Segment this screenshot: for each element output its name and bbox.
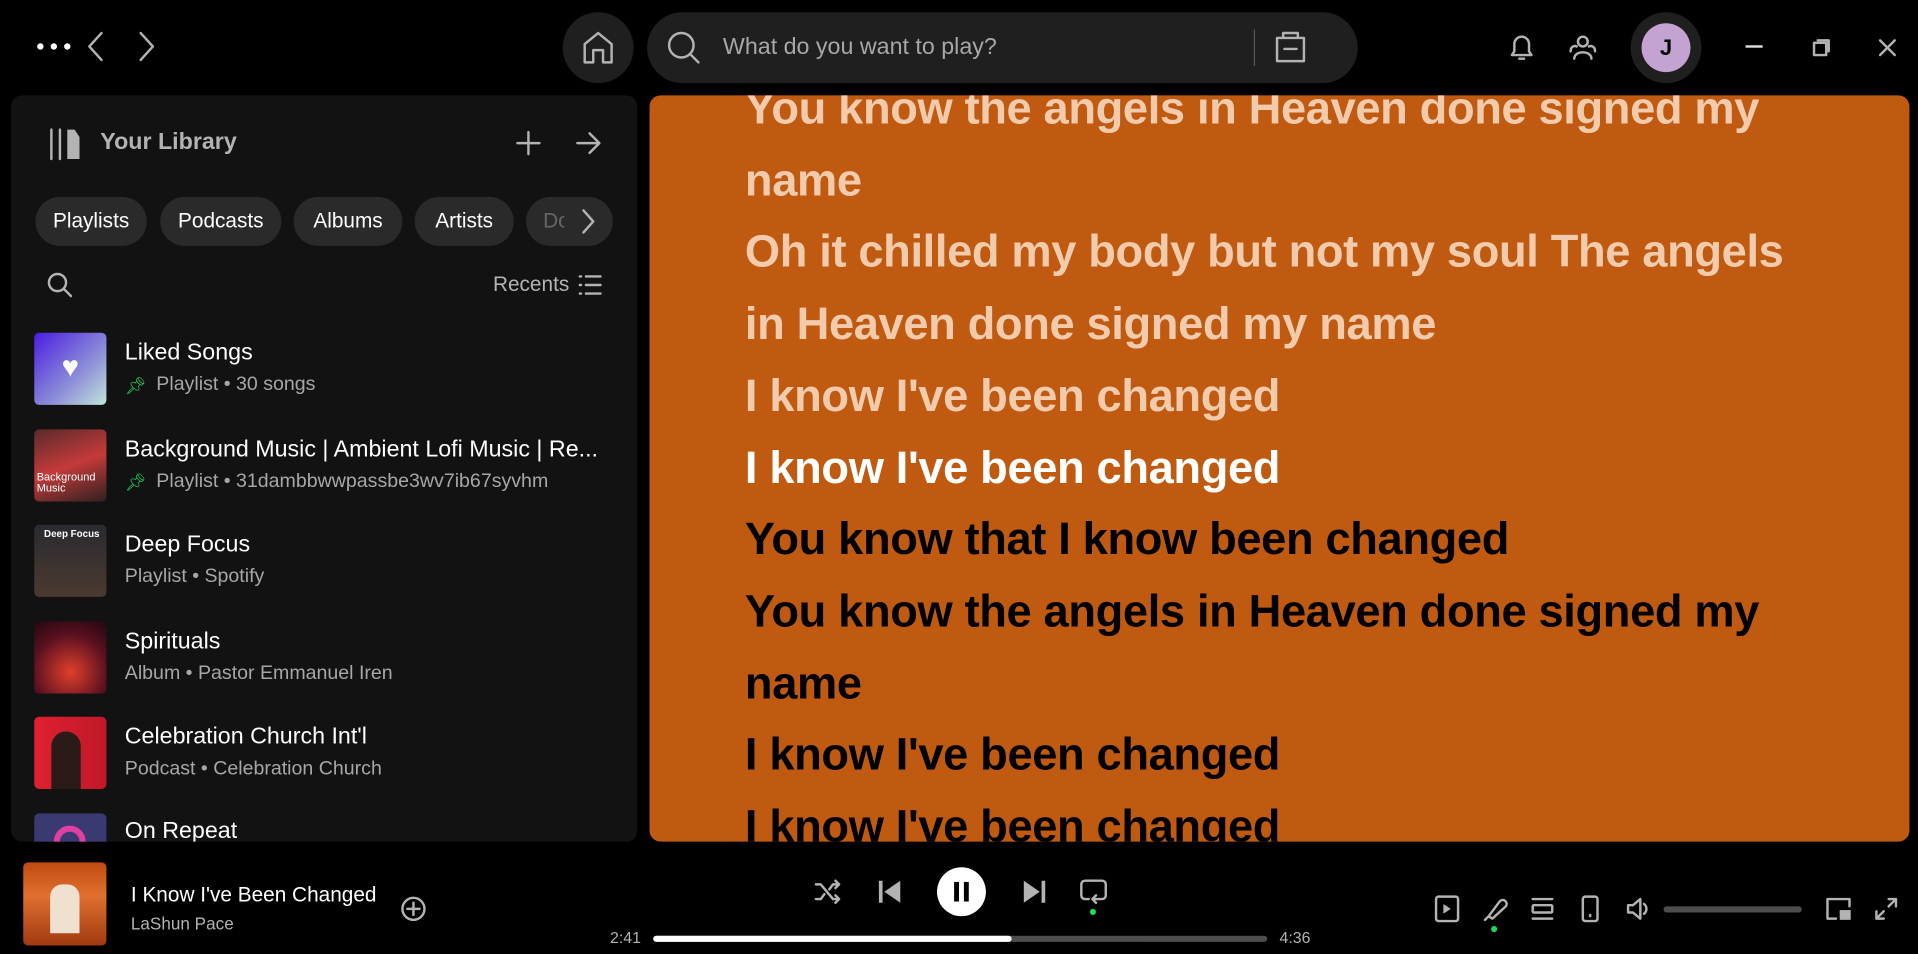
home-button[interactable] xyxy=(562,12,634,84)
close-icon[interactable] xyxy=(1878,38,1898,64)
playlist-art xyxy=(34,812,107,842)
podcast-art xyxy=(34,716,107,789)
elapsed-time: 2:41 xyxy=(609,928,641,947)
playlist-art: Deep Focus xyxy=(34,524,107,597)
previous-icon[interactable] xyxy=(876,877,905,906)
library-item[interactable]: Celebration Church Int'l Podcast • Celebr… xyxy=(34,714,621,790)
lyrics-panel: You know the angels in Heaven done signe… xyxy=(649,95,1910,842)
search-icon xyxy=(667,31,700,64)
item-title: Background Music | Ambient Lofi Music | … xyxy=(124,436,598,463)
now-playing-bar: I Know I've Been Changed LaShun Pace 2:4… xyxy=(0,856,1918,954)
chevron-right-icon xyxy=(582,209,595,234)
expand-arrow-icon[interactable] xyxy=(575,130,602,157)
filter-scroll-right-button[interactable] xyxy=(563,196,613,246)
lyrics-icon[interactable] xyxy=(1480,894,1509,923)
add-to-library-icon[interactable] xyxy=(400,895,427,922)
item-subtitle: Album • Pastor Emmanuel Iren xyxy=(124,662,393,684)
lyric-line[interactable]: I know I've been changed xyxy=(650,720,1910,792)
search-bar[interactable] xyxy=(647,12,1358,84)
item-title: Liked Songs xyxy=(124,340,253,366)
connect-device-icon[interactable] xyxy=(1578,894,1602,923)
lyric-line[interactable]: I know I've been changed xyxy=(650,361,1910,433)
shuffle-icon[interactable] xyxy=(813,877,842,906)
filter-podcasts[interactable]: Podcasts xyxy=(160,196,282,246)
pause-icon xyxy=(954,881,969,902)
repeat-active-dot xyxy=(1089,908,1096,915)
filter-albums[interactable]: Albums xyxy=(293,196,403,246)
library-item[interactable]: On Repeat xyxy=(34,811,621,842)
list-view-icon[interactable] xyxy=(577,273,602,297)
volume-slider[interactable] xyxy=(1663,906,1802,913)
lyric-line[interactable]: You know that I know been changed xyxy=(650,504,1910,576)
track-title[interactable]: I Know I've Been Changed xyxy=(131,883,377,907)
item-subtitle: Playlist • 31dambbwwpassbe3wv7ib67syvhm xyxy=(156,470,549,492)
sort-recents[interactable]: Recents xyxy=(493,273,569,297)
item-title: Deep Focus xyxy=(124,532,251,558)
library-item[interactable]: Deep Focus Deep Focus Playlist • Spotify xyxy=(34,522,621,598)
repeat-icon[interactable] xyxy=(1079,876,1108,905)
heart-icon: ♥ xyxy=(61,351,80,385)
filter-playlists[interactable]: Playlists xyxy=(35,196,147,246)
search-library-icon[interactable] xyxy=(45,270,74,299)
item-title: Celebration Church Int'l xyxy=(124,724,367,750)
miniplayer-icon[interactable] xyxy=(1824,895,1853,922)
browse-icon[interactable] xyxy=(1271,28,1310,67)
search-input[interactable] xyxy=(720,33,1252,63)
friend-activity-icon[interactable] xyxy=(1567,32,1599,70)
now-playing-view-icon[interactable] xyxy=(1434,894,1461,923)
back-arrow-icon[interactable] xyxy=(83,29,107,69)
lyric-line[interactable]: You know the angels in Heaven done signe… xyxy=(650,95,1910,217)
library-item[interactable]: ♥ Liked Songs 📌︎ Playlist • 30 songs xyxy=(34,330,621,406)
lyric-line[interactable]: Oh it chilled my body but not my soul Th… xyxy=(650,217,1910,361)
volume-muted-icon[interactable] xyxy=(1624,894,1653,923)
library-title[interactable]: Your Library xyxy=(100,130,236,157)
playlist-art: Background Music xyxy=(34,428,107,501)
library-icon[interactable] xyxy=(48,127,85,161)
album-art xyxy=(34,620,107,693)
pin-icon: 📌︎ xyxy=(124,374,147,395)
avatar: J xyxy=(1641,23,1691,73)
lyric-line[interactable]: I know I've been changed xyxy=(650,432,1910,504)
album-cover[interactable] xyxy=(23,862,107,946)
pause-button[interactable] xyxy=(936,867,986,917)
lyric-line[interactable]: You know the angels in Heaven done signe… xyxy=(650,576,1910,720)
fullscreen-icon[interactable] xyxy=(1873,895,1900,922)
filter-artists[interactable]: Artists xyxy=(414,196,514,246)
library-item[interactable]: Spirituals Album • Pastor Emmanuel Iren xyxy=(34,619,621,695)
item-title: Spirituals xyxy=(124,628,221,655)
next-icon[interactable] xyxy=(1019,877,1048,906)
progress-fill xyxy=(653,935,1012,942)
library-panel: Your Library Playlists Podcasts Albums A… xyxy=(11,95,638,842)
item-title: On Repeat xyxy=(124,818,238,842)
item-subtitle: Playlist • Spotify xyxy=(124,566,265,588)
queue-icon[interactable] xyxy=(1529,894,1556,923)
track-artist[interactable]: LaShun Pace xyxy=(131,914,234,934)
plus-icon[interactable] xyxy=(515,130,542,157)
lyrics-active-dot xyxy=(1491,925,1498,933)
profile-button[interactable]: J xyxy=(1630,12,1702,84)
progress-bar[interactable] xyxy=(653,935,1268,942)
spotify-window: J Your Library Playlists Podcasts Albums… xyxy=(0,0,1918,954)
item-subtitle: Playlist • 30 songs xyxy=(156,374,316,396)
home-icon xyxy=(583,31,613,64)
pin-icon: 📌︎ xyxy=(124,471,147,492)
minimize-icon[interactable] xyxy=(1745,45,1763,48)
restore-icon[interactable] xyxy=(1812,38,1832,64)
forward-arrow-icon[interactable] xyxy=(135,29,159,69)
menu-dots-icon[interactable] xyxy=(34,32,73,61)
duration-time: 4:36 xyxy=(1279,928,1311,947)
lyric-line[interactable]: I know I've been changed xyxy=(650,791,1910,841)
liked-songs-art: ♥ xyxy=(34,332,107,405)
notifications-bell-icon[interactable] xyxy=(1507,32,1536,70)
library-item[interactable]: Background Music Background Music | Ambi… xyxy=(34,427,621,503)
item-subtitle: Podcast • Celebration Church xyxy=(124,758,382,780)
